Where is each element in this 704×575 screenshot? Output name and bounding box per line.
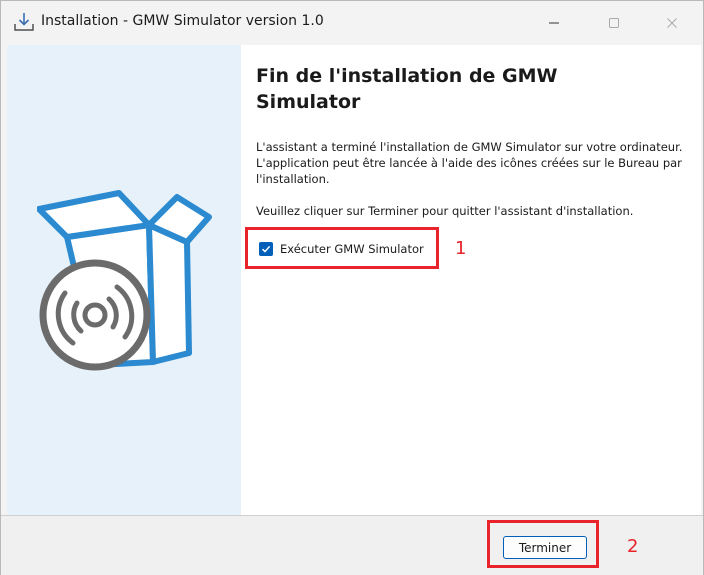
annotation-box-run-option	[245, 227, 439, 269]
instruction-message: Veuillez cliquer sur Terminer pour quitt…	[256, 204, 634, 218]
window-title: Installation - GMW Simulator version 1.0	[41, 13, 324, 29]
maximize-icon	[609, 18, 619, 28]
minimize-button[interactable]	[531, 1, 577, 45]
completion-message: L'assistant a terminé l'installation de …	[256, 140, 683, 186]
close-icon	[667, 18, 677, 28]
annotation-marker-1: 1	[455, 238, 467, 259]
software-box-with-disc-icon	[37, 190, 212, 371]
annotation-box-finish	[487, 520, 599, 568]
download-installer-icon	[14, 13, 34, 31]
close-button[interactable]	[649, 1, 695, 45]
minimize-icon	[549, 22, 559, 24]
wizard-content: Fin de l'installation de GMW Simulator L…	[241, 45, 701, 515]
maximize-button[interactable]	[591, 1, 637, 45]
page-title: Fin de l'installation de GMW Simulator	[256, 65, 558, 113]
installer-window: Installation - GMW Simulator version 1.0	[0, 0, 704, 575]
title-bar[interactable]: Installation - GMW Simulator version 1.0	[1, 1, 703, 45]
annotation-marker-2: 2	[627, 536, 639, 557]
wizard-side-panel	[7, 45, 241, 515]
